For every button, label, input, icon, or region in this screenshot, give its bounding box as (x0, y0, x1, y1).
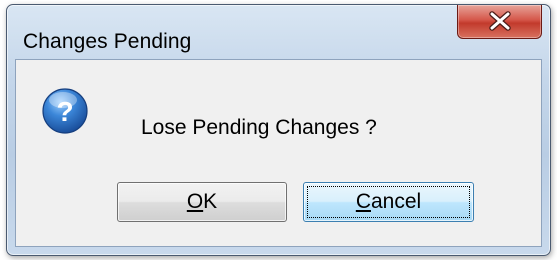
close-x-icon (489, 11, 511, 31)
dialog-window: Changes Pending ? Lose Pending Changes ? (6, 4, 551, 256)
ok-button[interactable]: OK (117, 182, 287, 222)
cancel-label-rest: ancel (370, 190, 422, 213)
ok-label-rest: K (203, 190, 218, 213)
dialog-message: Lose Pending Changes ? (141, 116, 377, 139)
question-icon: ? (42, 88, 88, 134)
cancel-button[interactable]: Cancel (303, 182, 474, 222)
close-button[interactable] (457, 5, 542, 39)
ok-mnemonic: O (186, 190, 204, 213)
title-bar[interactable]: Changes Pending (7, 5, 550, 57)
window-title: Changes Pending (23, 30, 192, 53)
cancel-mnemonic: C (355, 190, 371, 213)
dialog-body: ? Lose Pending Changes ? OK Cancel (15, 59, 542, 247)
svg-text:?: ? (56, 96, 73, 127)
